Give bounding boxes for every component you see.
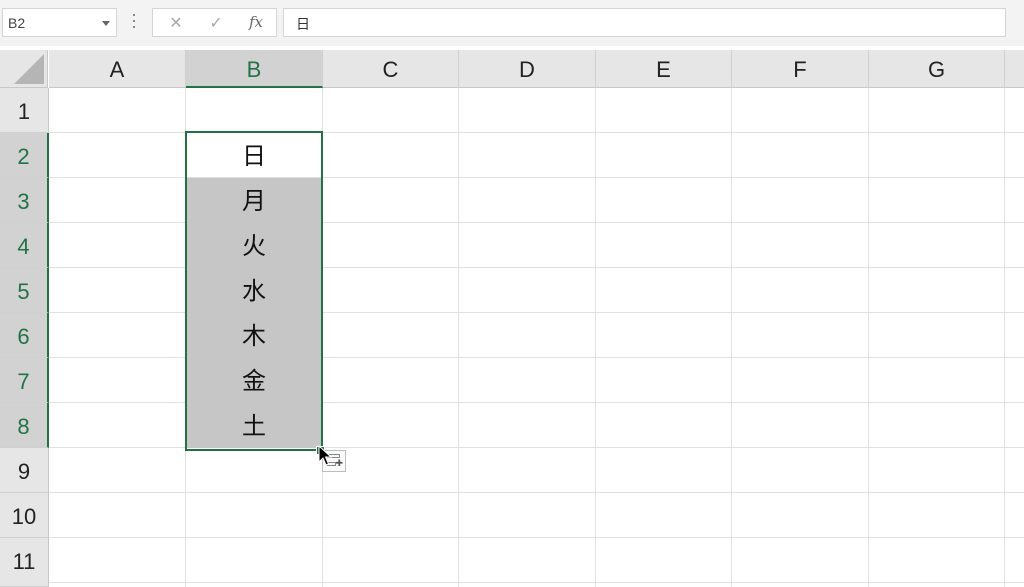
row-header-7[interactable]: 7	[0, 358, 49, 403]
cell-b5[interactable]: 水	[186, 268, 322, 313]
column-header-g[interactable]: G	[869, 50, 1005, 88]
chevron-down-icon[interactable]	[102, 21, 110, 26]
gridline	[49, 492, 1024, 493]
cell-b4[interactable]: 火	[186, 223, 322, 268]
enter-check-icon[interactable]: ✓	[201, 9, 231, 36]
insert-function-button[interactable]: fx	[241, 9, 271, 36]
mouse-pointer-icon	[318, 445, 332, 466]
plus-icon: ✚	[335, 459, 343, 469]
formula-bar: B2 ✕ ✓ fx 日	[0, 0, 1024, 46]
row-header-4[interactable]: 4	[0, 223, 49, 268]
row-header-6[interactable]: 6	[0, 313, 49, 358]
formula-input[interactable]: 日	[283, 8, 1006, 37]
formula-buttons: ✕ ✓ fx	[152, 8, 277, 37]
row-header-2[interactable]: 2	[0, 133, 49, 178]
row-header-1[interactable]: 1	[0, 88, 49, 133]
column-header-e[interactable]: E	[596, 50, 732, 88]
select-all-triangle-icon	[14, 54, 44, 84]
cell-b3[interactable]: 月	[186, 178, 322, 223]
row-header-10[interactable]: 10	[0, 493, 49, 538]
column-header-f[interactable]: F	[732, 50, 869, 88]
column-header-partial[interactable]	[1005, 50, 1024, 88]
cell-grid[interactable]: 日 月 火 水 木 金 土	[49, 88, 1024, 587]
column-header-a[interactable]: A	[49, 50, 186, 88]
name-box[interactable]: B2	[2, 8, 117, 37]
gridline	[49, 537, 1024, 538]
gridline	[868, 88, 869, 587]
row-header-8[interactable]: 8	[0, 403, 49, 448]
cell-b2[interactable]: 日	[186, 133, 322, 178]
row-header-11[interactable]: 11	[0, 538, 49, 587]
gridline	[731, 88, 732, 587]
cell-b8[interactable]: 土	[186, 403, 322, 448]
name-box-value: B2	[8, 15, 26, 31]
formula-text: 日	[296, 17, 310, 33]
gridline	[322, 88, 323, 587]
gridline	[595, 88, 596, 587]
cell-b6[interactable]: 木	[186, 313, 322, 358]
column-headers: A B C D E F G	[49, 50, 1024, 88]
gridline	[1004, 88, 1005, 587]
drag-handle-icon[interactable]	[133, 14, 136, 31]
row-header-3[interactable]: 3	[0, 178, 49, 223]
gridline	[49, 582, 1024, 583]
column-header-d[interactable]: D	[459, 50, 596, 88]
cancel-x-icon[interactable]: ✕	[161, 9, 191, 36]
column-header-c[interactable]: C	[323, 50, 459, 88]
row-header-5[interactable]: 5	[0, 268, 49, 313]
row-header-9[interactable]: 9	[0, 448, 49, 493]
cell-b7[interactable]: 金	[186, 358, 322, 403]
select-all-button[interactable]	[0, 50, 48, 88]
gridline	[458, 88, 459, 587]
column-header-b[interactable]: B	[186, 50, 323, 88]
